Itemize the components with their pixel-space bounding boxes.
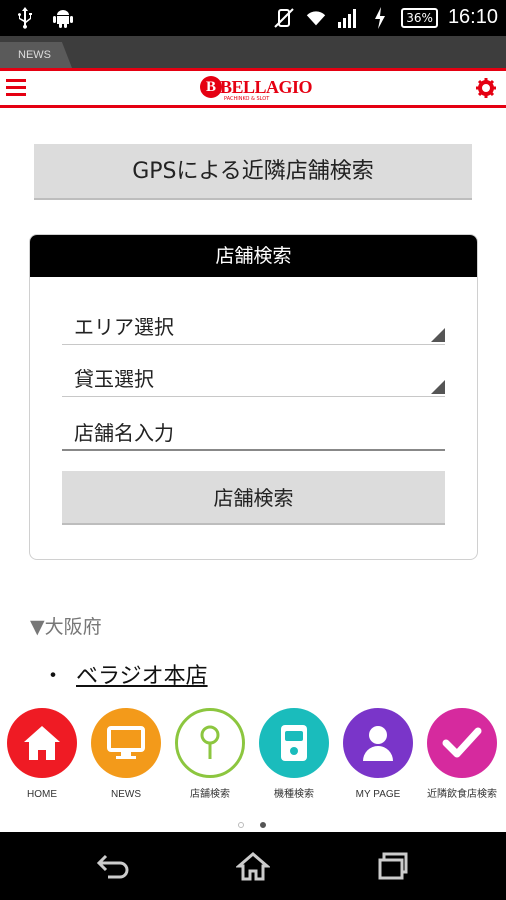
recent-apps-icon[interactable] — [374, 850, 414, 882]
list-item: ・ベラジオ本店 — [42, 658, 208, 690]
dock-label: MY PAGE — [355, 789, 401, 800]
battery-level: 36% — [401, 7, 438, 28]
wifi-icon — [305, 7, 327, 29]
tab-strip: NEWS — [0, 36, 506, 68]
monitor-icon[interactable] — [91, 708, 161, 778]
app-header: B BELLAGIO PACHINKO & SLOT — [0, 68, 506, 108]
back-icon[interactable] — [94, 850, 134, 882]
page-dot — [238, 822, 244, 828]
signal-icon — [337, 7, 359, 29]
dock-machine-search[interactable]: 機種検索 — [252, 708, 336, 801]
dock-my-page[interactable]: MY PAGE — [336, 708, 420, 801]
dock-label: HOME — [27, 789, 57, 800]
home-icon[interactable] — [7, 708, 77, 778]
dock-news[interactable]: NEWS — [84, 708, 168, 801]
main-content: GPSによる近隣店舗検索 店舗検索 エリア選択 貸玉選択 店舗名入力 店舗検索 … — [0, 108, 506, 708]
dock-nearby-restaurants[interactable]: 近隣飲食店検索 — [420, 708, 504, 801]
page-indicator — [238, 822, 266, 828]
ball-rate-select[interactable]: 貸玉選択 — [62, 361, 445, 397]
bullet: ・ — [42, 664, 65, 689]
usb-icon — [14, 7, 36, 29]
gear-icon[interactable] — [476, 78, 496, 98]
page-dot-active — [260, 822, 266, 828]
checkmark-icon[interactable] — [427, 708, 497, 778]
status-bar: 36% 16:10 — [0, 0, 506, 36]
dock-label: 店舗検索 — [190, 789, 230, 800]
tab-news[interactable]: NEWS — [0, 42, 72, 68]
vibrate-icon — [273, 7, 295, 29]
user-icon[interactable] — [343, 708, 413, 778]
dock-label: 近隣飲食店検索 — [427, 789, 497, 800]
dock-label: NEWS — [111, 789, 141, 800]
bellagio-logo: B BELLAGIO PACHINKO & SLOT — [200, 76, 313, 102]
store-link[interactable]: ベラジオ本店 — [76, 664, 208, 689]
bottom-dock: HOME NEWS 店舗検索 機種検索 MY PAGE 近隣飲食店検索 — [0, 708, 506, 832]
area-select[interactable]: エリア選択 — [62, 309, 445, 345]
dock-home[interactable]: HOME — [0, 708, 84, 801]
system-nav-bar — [0, 832, 506, 900]
android-icon — [52, 7, 74, 29]
store-name-input[interactable]: 店舗名入力 — [62, 415, 445, 451]
prefecture-heading: ▼大阪府 — [30, 616, 102, 638]
hamburger-menu-icon[interactable] — [6, 79, 26, 97]
charging-icon — [369, 6, 391, 29]
slot-machine-icon[interactable] — [259, 708, 329, 778]
gps-search-button[interactable]: GPSによる近隣店舗検索 — [34, 144, 472, 200]
store-search-panel: 店舗検索 エリア選択 貸玉選択 店舗名入力 店舗検索 — [29, 234, 478, 560]
dock-store-search[interactable]: 店舗検索 — [168, 708, 252, 801]
dock-label: 機種検索 — [274, 789, 314, 800]
map-pin-icon[interactable] — [175, 708, 245, 778]
panel-title: 店舗検索 — [30, 235, 477, 277]
home-nav-icon[interactable] — [233, 850, 273, 882]
clock: 16:10 — [447, 6, 498, 28]
store-search-button[interactable]: 店舗検索 — [62, 471, 445, 525]
